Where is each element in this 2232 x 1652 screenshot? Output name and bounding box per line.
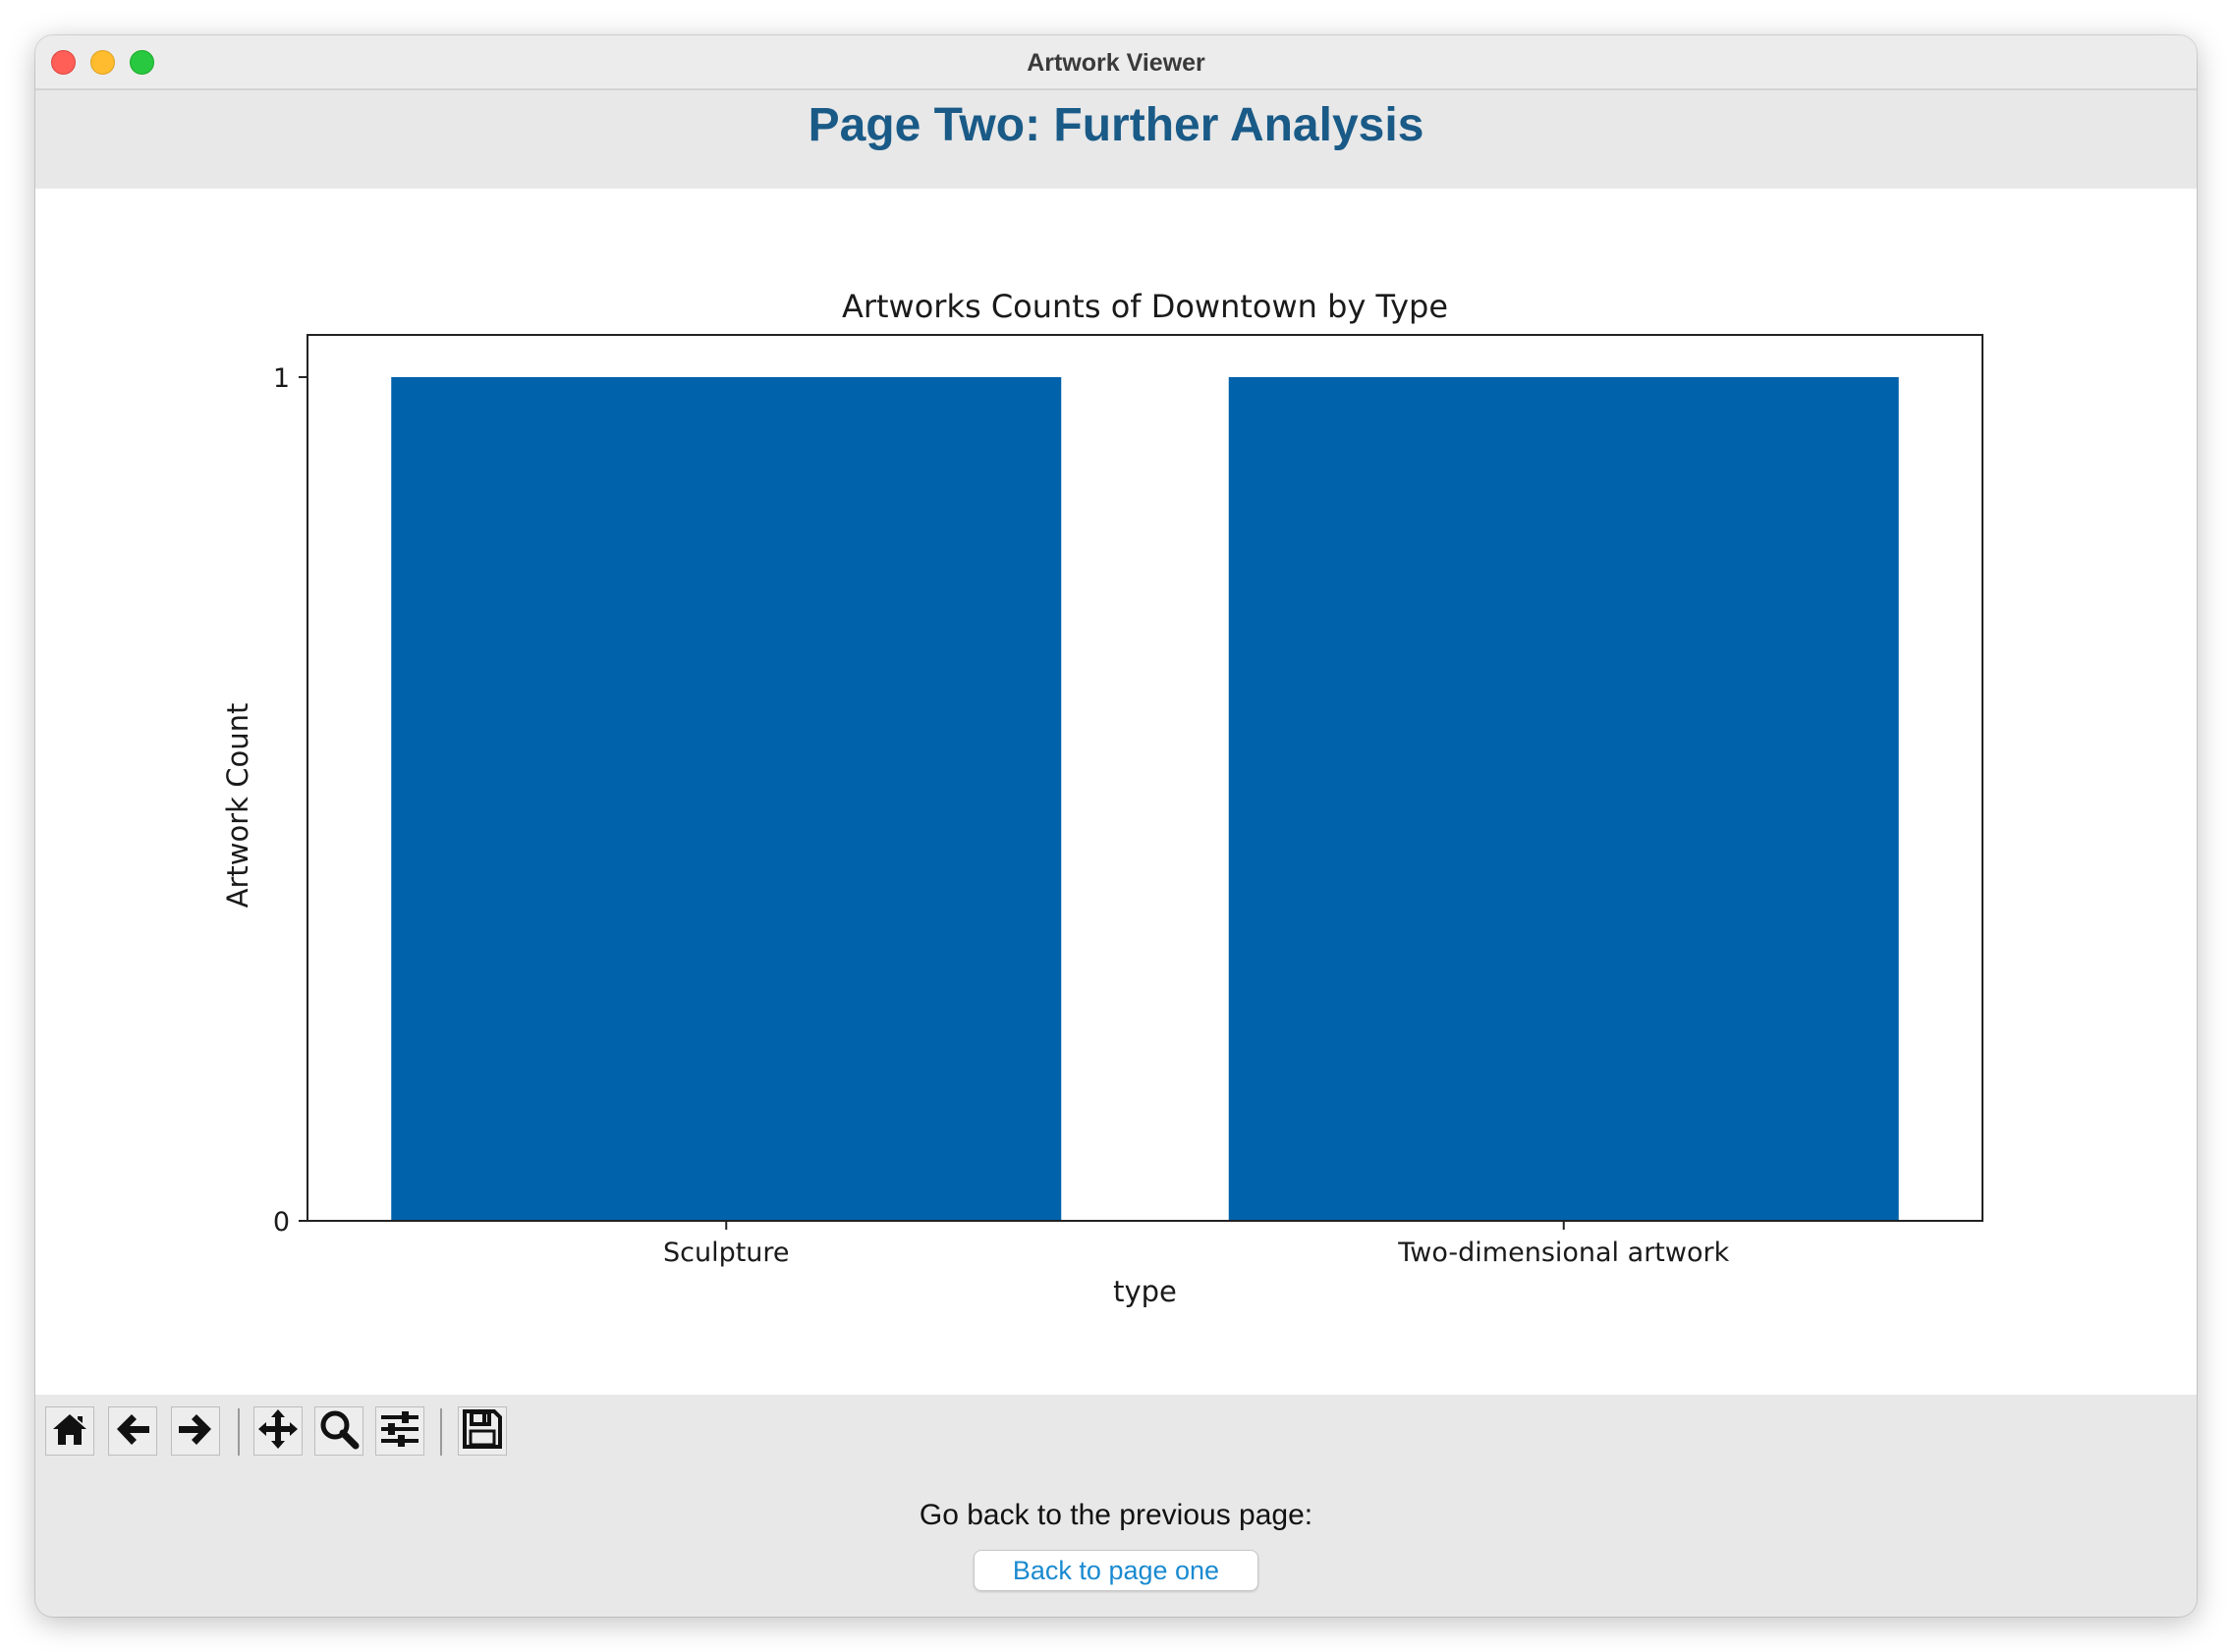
bar-chart: Artworks Counts of Downtown by Type 0 1 S… <box>221 288 1983 1308</box>
forward-button[interactable] <box>171 1406 220 1456</box>
page-header: Page Two: Further Analysis <box>35 90 2197 189</box>
toolbar-separator <box>238 1408 240 1456</box>
x-axis-label: type <box>1113 1275 1177 1308</box>
chart-figure: Artworks Counts of Downtown by Type 0 1 S… <box>35 189 2197 1395</box>
x-tick-label: Sculpture <box>663 1238 790 1268</box>
toolbar-separator <box>440 1408 442 1456</box>
chart-title: Artworks Counts of Downtown by Type <box>842 288 1448 325</box>
arrow-right-icon <box>176 1409 215 1454</box>
back-to-page-one-button[interactable]: Back to page one <box>974 1550 1258 1591</box>
navigation-toolbar <box>35 1395 2197 1473</box>
y-axis-label: Artwork Count <box>221 703 254 909</box>
bar-two-dimensional-artwork <box>1228 376 1899 1221</box>
zoom-icon <box>318 1408 360 1455</box>
sliders-icon <box>378 1407 421 1456</box>
back-prompt-text: Go back to the previous page: <box>919 1499 1313 1531</box>
window-title: Artwork Viewer <box>1027 49 1205 77</box>
pan-icon <box>256 1407 300 1456</box>
arrow-left-icon <box>113 1409 152 1454</box>
y-tick-label: 1 <box>273 363 290 394</box>
bar-sculpture <box>391 376 1062 1221</box>
zoom-button[interactable] <box>314 1406 363 1456</box>
app-window: Artwork Viewer Page Two: Further Analysi… <box>35 35 2197 1617</box>
home-icon <box>50 1409 89 1454</box>
save-button[interactable] <box>458 1406 507 1456</box>
back-button[interactable] <box>108 1406 157 1456</box>
y-tick-label: 0 <box>273 1207 290 1238</box>
title-bar: Artwork Viewer <box>35 35 2197 90</box>
pan-button[interactable] <box>253 1406 303 1456</box>
page-title: Page Two: Further Analysis <box>808 99 1424 151</box>
save-icon <box>462 1408 503 1455</box>
home-button[interactable] <box>45 1406 94 1456</box>
x-tick-label: Two-dimensional artwork <box>1397 1238 1729 1268</box>
configure-subplots-button[interactable] <box>375 1406 424 1456</box>
